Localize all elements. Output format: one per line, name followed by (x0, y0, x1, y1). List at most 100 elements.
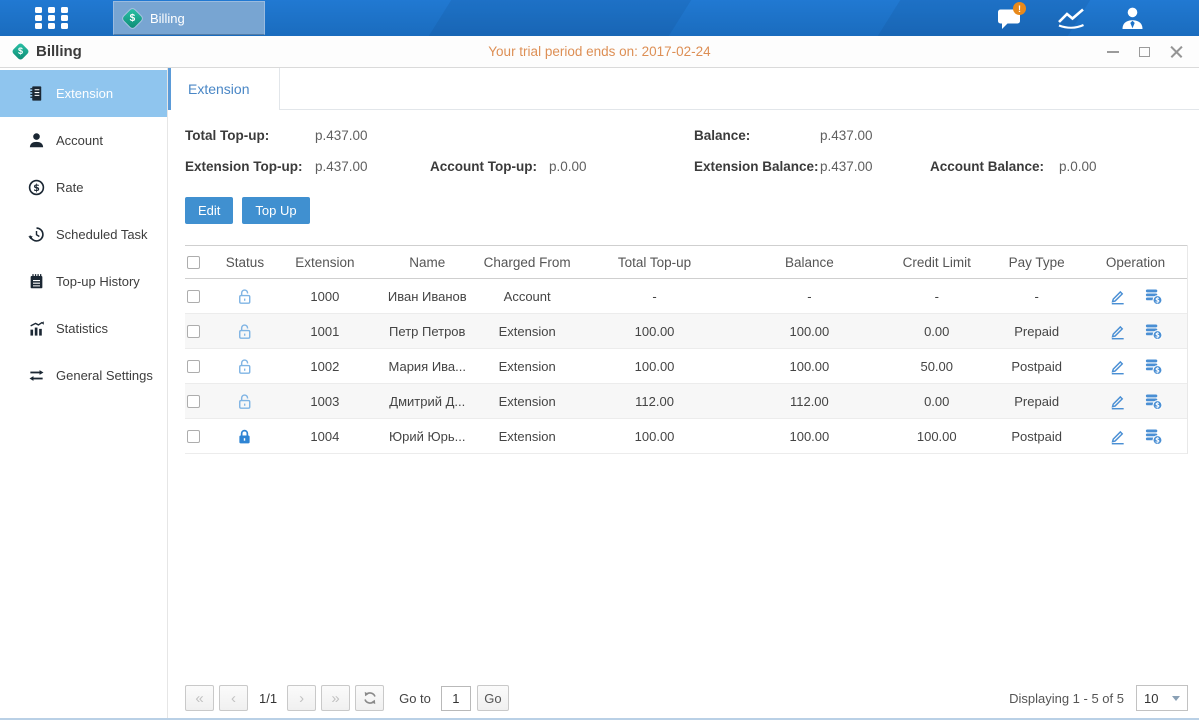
last-page-icon: » (331, 690, 339, 707)
topbar-tab-label: Billing (150, 11, 185, 26)
sidebar-item-label: Scheduled Task (56, 227, 148, 242)
last-page-button[interactable]: » (321, 685, 350, 711)
row-checkbox[interactable] (187, 290, 200, 303)
pay-type-cell: - (989, 289, 1084, 304)
table-row[interactable]: 1002 Мария Ива... Extension 100.00 100.0… (185, 349, 1187, 384)
sidebar-item-label: Statistics (56, 321, 108, 336)
minimize-icon[interactable] (1107, 51, 1119, 53)
next-page-button[interactable]: › (287, 685, 316, 711)
edit-icon[interactable] (1108, 392, 1127, 411)
select-all-checkbox[interactable] (187, 256, 200, 269)
top-up-icon[interactable]: $ (1144, 357, 1163, 376)
extension-topup-label: Extension Top-up: (185, 151, 303, 182)
sidebar-item-rate[interactable]: $ Rate (0, 164, 167, 211)
edit-icon[interactable] (1108, 427, 1127, 446)
balance-cell: 100.00 (734, 429, 884, 444)
goto-label: Go to (399, 691, 431, 706)
resource-monitor-icon[interactable] (1054, 5, 1088, 31)
sidebar-item-scheduled-task[interactable]: Scheduled Task (0, 211, 167, 258)
first-page-icon: « (195, 690, 203, 707)
topbar-decoration (429, 0, 691, 36)
chevron-down-icon (1172, 696, 1180, 701)
status-cell[interactable] (215, 427, 275, 446)
tab-strip: Extension (168, 68, 1199, 110)
sidebar-item-general-settings[interactable]: General Settings (0, 352, 167, 399)
billing-diamond-icon: $ (122, 7, 143, 28)
table-row[interactable]: 1003 Дмитрий Д... Extension 112.00 112.0… (185, 384, 1187, 419)
table-header: Status Extension Name Charged From Total… (185, 245, 1187, 279)
svg-text:$: $ (33, 183, 40, 194)
sidebar-item-label: Extension (56, 86, 113, 101)
balance-summary: Total Top-up: p.437.00 Balance: p.437.00… (168, 110, 1199, 182)
trial-notice: Your trial period ends on: 2017-02-24 (0, 36, 1199, 67)
refresh-button[interactable] (355, 685, 384, 711)
status-cell[interactable] (215, 322, 275, 341)
row-checkbox[interactable] (187, 325, 200, 338)
close-icon[interactable] (1170, 45, 1183, 58)
row-checkbox[interactable] (187, 360, 200, 373)
main-content: Extension Total Top-up: p.437.00 Balance… (168, 68, 1199, 718)
status-cell[interactable] (215, 287, 275, 306)
charged-from-cell: Extension (480, 429, 575, 444)
billing-app-window: { "topbar": { "app_tab_label": "Billing"… (0, 0, 1199, 720)
credit-limit-cell: - (884, 289, 989, 304)
top-up-icon[interactable]: $ (1144, 322, 1163, 341)
sidebar-item-extension[interactable]: Extension (0, 70, 167, 117)
user-icon[interactable] (1115, 5, 1149, 31)
statistics-icon (28, 320, 45, 337)
balance-cell: - (734, 289, 884, 304)
goto-page-input[interactable] (441, 686, 471, 711)
page-size-select[interactable]: 10 (1136, 685, 1188, 711)
edit-icon[interactable] (1108, 287, 1127, 306)
sidebar-item-topup-history[interactable]: Top-up History (0, 258, 167, 305)
top-up-button[interactable]: Top Up (242, 197, 309, 224)
charged-from-cell: Extension (480, 359, 575, 374)
messages-icon[interactable]: ! (993, 5, 1027, 31)
topbar-tab-billing[interactable]: $ Billing (113, 1, 265, 35)
table-row[interactable]: 1001 Петр Петров Extension 100.00 100.00… (185, 314, 1187, 349)
credit-limit-cell: 100.00 (884, 429, 989, 444)
extension-topup-value: p.437.00 (315, 151, 368, 182)
svg-text:$: $ (1155, 366, 1160, 374)
credit-limit-cell: 0.00 (884, 324, 989, 339)
svg-text:$: $ (1155, 331, 1160, 339)
tab-strip-filler (280, 68, 1199, 110)
status-cell[interactable] (215, 392, 275, 411)
extension-balance-value: p.437.00 (820, 151, 873, 182)
edit-button[interactable]: Edit (185, 197, 233, 224)
extension-table: Status Extension Name Charged From Total… (185, 245, 1188, 454)
first-page-button[interactable]: « (185, 685, 214, 711)
row-checkbox[interactable] (187, 430, 200, 443)
sidebar-item-account[interactable]: Account (0, 117, 167, 164)
action-buttons: Edit Top Up (185, 197, 1199, 224)
sidebar-item-statistics[interactable]: Statistics (0, 305, 167, 352)
notification-badge: ! (1013, 2, 1026, 15)
tab-extension[interactable]: Extension (168, 68, 280, 110)
sidebar: Extension Account $ Rate Scheduled Task … (0, 68, 168, 718)
balance-value: p.437.00 (820, 120, 873, 151)
lock-open-icon (235, 287, 254, 306)
maximize-icon[interactable] (1139, 47, 1150, 57)
go-button[interactable]: Go (477, 685, 509, 711)
pay-type-cell: Prepaid (989, 324, 1084, 339)
extension-cell: 1002 (275, 359, 375, 374)
edit-icon[interactable] (1108, 322, 1127, 341)
sidebar-item-label: Top-up History (56, 274, 140, 289)
apps-grid-icon[interactable] (35, 7, 68, 29)
extension-cell: 1004 (275, 429, 375, 444)
page-size-value: 10 (1144, 691, 1158, 706)
top-up-icon[interactable]: $ (1144, 287, 1163, 306)
table-row[interactable]: 1004 Юрий Юрь... Extension 100.00 100.00… (185, 419, 1187, 454)
top-up-icon[interactable]: $ (1144, 392, 1163, 411)
operation-cell: $ (1084, 392, 1187, 411)
table-row[interactable]: 1000 Иван Иванов Account - - - - $ (185, 279, 1187, 314)
row-checkbox[interactable] (187, 395, 200, 408)
general-settings-icon (28, 367, 45, 384)
extension-cell: 1001 (275, 324, 375, 339)
prev-page-button[interactable]: ‹ (219, 685, 248, 711)
top-up-icon[interactable]: $ (1144, 427, 1163, 446)
operation-cell: $ (1084, 322, 1187, 341)
status-cell[interactable] (215, 357, 275, 376)
edit-icon[interactable] (1108, 357, 1127, 376)
col-status: Status (215, 255, 275, 270)
